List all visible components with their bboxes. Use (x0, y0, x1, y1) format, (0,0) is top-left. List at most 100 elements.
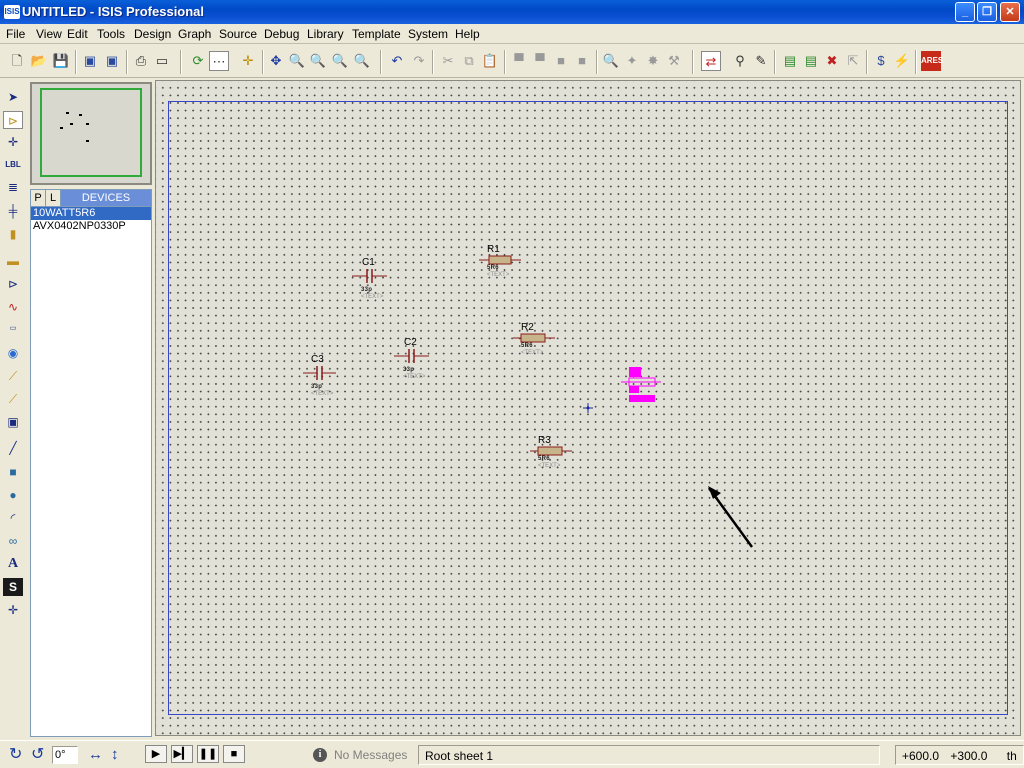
cut-icon[interactable]: ✂ (438, 51, 458, 71)
marker-tool-icon[interactable]: ✛ (3, 601, 23, 619)
new-file-icon[interactable]: 🗋 (7, 51, 27, 71)
component-text: <TEXT> (521, 350, 544, 356)
ares-netlist-icon[interactable]: ARES (921, 51, 943, 71)
play-button[interactable]: ▶ (145, 745, 167, 763)
import-icon[interactable]: ▣ (80, 51, 100, 71)
menu-debug[interactable]: Debug (264, 27, 299, 41)
menu-edit[interactable]: Edit (67, 27, 88, 41)
component-mode-icon[interactable]: ⊳ (3, 111, 23, 129)
rotate-anticlockwise-icon[interactable]: ↺ (31, 745, 44, 765)
copy-icon[interactable]: ⧉ (459, 51, 479, 71)
path-tool-icon[interactable]: ∞ (3, 532, 23, 550)
menu-tools[interactable]: Tools (97, 27, 125, 41)
zoom-in-icon[interactable]: 🔍 (287, 51, 307, 71)
zoom-area-icon[interactable]: 🔍 (352, 51, 372, 71)
paste-icon[interactable]: 📋 (480, 51, 500, 71)
undo-icon[interactable]: ↶ (387, 51, 407, 71)
new-sheet-icon[interactable]: ▤ (780, 51, 800, 71)
voltage-probe-icon[interactable]: ⟋ (3, 367, 23, 385)
open-folder-icon[interactable]: 📂 (29, 51, 49, 71)
device-item[interactable]: AVX0402NP0330P (31, 220, 151, 233)
print-area-icon[interactable]: ▭ (152, 51, 172, 71)
goto-sheet-icon[interactable]: ⇱ (843, 51, 863, 71)
close-button[interactable]: ✕ (1000, 2, 1020, 22)
virtual-instrument-icon[interactable]: ▣ (3, 413, 23, 431)
component-value: 5R6 (538, 456, 550, 462)
menu-design[interactable]: Design (134, 27, 171, 41)
selection-mode-icon[interactable]: ➤ (3, 88, 23, 106)
title-bar: ISIS UNTITLED - ISIS Professional _ ❐ ✕ (0, 0, 1024, 24)
origin-icon[interactable]: ✛ (238, 51, 258, 71)
cursor-coordinates: +600.0 +300.0 th (895, 745, 1024, 765)
mirror-vertical-icon[interactable]: ↕ (111, 745, 119, 765)
pick-devices-button[interactable]: P (31, 190, 46, 206)
menu-graph[interactable]: Graph (178, 27, 211, 41)
rotation-angle-field[interactable]: 0° (52, 746, 78, 764)
bus-icon[interactable]: ╪ (3, 202, 23, 220)
add-sheet-icon[interactable]: ▤ (801, 51, 821, 71)
menu-library[interactable]: Library (307, 27, 344, 41)
junction-dot-icon[interactable]: ✛ (3, 133, 23, 151)
zoom-out-icon[interactable]: 🔍 (308, 51, 328, 71)
subcircuit-icon[interactable]: ▮ (3, 225, 23, 243)
redo-icon[interactable]: ↷ (409, 51, 429, 71)
pan-icon[interactable]: ✥ (266, 51, 286, 71)
message-status[interactable]: No Messages (334, 745, 407, 765)
make-device-icon[interactable]: ✦ (622, 51, 642, 71)
generator-icon[interactable]: ◉ (3, 344, 23, 362)
text-tool-icon[interactable]: A (3, 555, 23, 573)
terminals-icon[interactable]: ▬ (3, 252, 23, 270)
search-tag-icon[interactable]: ⚲ (730, 51, 750, 71)
menu-template[interactable]: Template (352, 27, 401, 41)
decompose-icon[interactable]: ⚒ (664, 51, 684, 71)
device-item[interactable]: 10WATT5R6 (31, 207, 151, 220)
zoom-all-icon[interactable]: 🔍 (330, 51, 350, 71)
block-rotate-icon[interactable]: ■ (551, 51, 571, 71)
overview-window[interactable] (30, 82, 152, 185)
export-icon[interactable]: ▣ (102, 51, 122, 71)
refresh-icon[interactable]: ⟳ (188, 51, 208, 71)
schematic-canvas[interactable]: C1 33p <TEXT> C2 33p <TEXT> C3 33p <TEXT… (155, 80, 1021, 736)
menu-view[interactable]: View (36, 27, 62, 41)
menu-system[interactable]: System (408, 27, 448, 41)
current-probe-icon[interactable]: ⟋ (3, 390, 23, 408)
library-manager-button[interactable]: L (46, 190, 61, 206)
rotate-clockwise-icon[interactable]: ↻ (9, 745, 22, 765)
graph-mode-icon[interactable]: ∿ (3, 298, 23, 316)
arc-tool-icon[interactable]: ◜ (3, 509, 23, 527)
step-button[interactable]: ▶▎ (171, 745, 193, 763)
component-placement-preview[interactable] (621, 365, 661, 407)
wire-autorouter-icon[interactable]: ⇄ (701, 51, 721, 71)
pause-button[interactable]: ❚❚ (197, 745, 219, 763)
property-tool-icon[interactable]: ✎ (751, 51, 771, 71)
device-pins-icon[interactable]: ⊳ (3, 275, 23, 293)
packaging-icon[interactable]: ✸ (643, 51, 663, 71)
component-value: 33p (311, 384, 323, 390)
circle-tool-icon[interactable]: ● (3, 486, 23, 504)
tape-recorder-icon[interactable]: ▭ (3, 320, 23, 338)
block-move-icon[interactable]: ▀ (530, 51, 550, 71)
menu-help[interactable]: Help (455, 27, 480, 41)
menu-file[interactable]: File (6, 27, 25, 41)
coord-units: th (1006, 749, 1017, 763)
electrical-check-icon[interactable]: ⚡ (892, 51, 912, 71)
save-icon[interactable]: 💾 (51, 51, 71, 71)
remove-sheet-icon[interactable]: ✖ (822, 51, 842, 71)
menu-source[interactable]: Source (219, 27, 257, 41)
symbol-tool-icon[interactable]: S (3, 578, 23, 596)
component-value: 33p (403, 367, 415, 373)
grid-toggle-icon[interactable]: ⋯ (209, 51, 229, 71)
text-script-icon[interactable]: ≣ (3, 178, 23, 196)
minimize-button[interactable]: _ (955, 2, 975, 22)
bill-of-materials-icon[interactable]: $ (871, 51, 891, 71)
pick-device-icon[interactable]: 🔍 (601, 51, 621, 71)
print-icon[interactable]: ⎙ (131, 51, 151, 71)
stop-button[interactable]: ■ (223, 745, 245, 763)
wire-label-icon[interactable]: LBL (3, 156, 23, 174)
restore-button[interactable]: ❐ (977, 2, 997, 22)
block-delete-icon[interactable]: ■ (572, 51, 592, 71)
block-copy-icon[interactable]: ▀ (509, 51, 529, 71)
box-tool-icon[interactable]: ■ (3, 463, 23, 481)
mirror-horizontal-icon[interactable]: ↔ (88, 745, 103, 765)
line-tool-icon[interactable]: ╱ (3, 439, 23, 457)
